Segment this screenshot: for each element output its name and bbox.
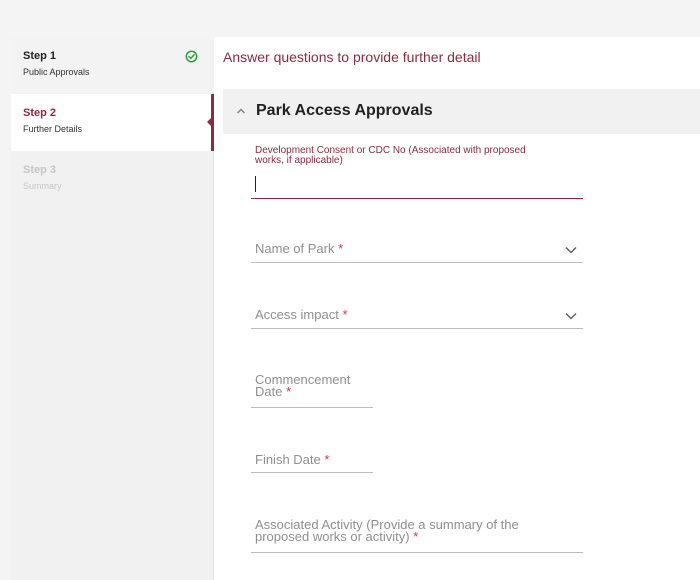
required-mark: * — [286, 384, 292, 399]
commencement-date-field[interactable]: Commencement Date * — [251, 372, 373, 408]
step-3: Step 3 Summary — [11, 151, 214, 207]
check-circle-icon — [185, 50, 198, 63]
commencement-label-text: Commencement Date — [255, 372, 351, 399]
chevron-down-icon[interactable] — [565, 312, 577, 320]
access-label-text: Access impact — [255, 307, 339, 322]
step-1[interactable]: Step 1 Public Approvals — [11, 37, 214, 93]
left-gutter — [0, 37, 11, 580]
step-sidebar: Step 1 Public Approvals Step 2 Further D… — [11, 37, 214, 580]
consent-input[interactable] — [251, 172, 583, 199]
associated-activity-field[interactable]: Associated Activity (Provide a summary o… — [251, 517, 583, 553]
section-title: Park Access Approvals — [256, 102, 433, 119]
finish-label-text: Finish Date — [255, 452, 321, 467]
park-label-text: Name of Park — [255, 241, 335, 256]
step-subtitle: Further Details — [23, 124, 83, 134]
main-content: Answer questions to provide further deta… — [215, 37, 700, 580]
activity-label-text: Associated Activity (Provide a summary o… — [255, 517, 519, 544]
consent-label: Development Consent or CDC No (Associate… — [255, 145, 526, 166]
required-mark: * — [413, 529, 419, 544]
text-cursor — [255, 176, 256, 192]
access-label: Access impact * — [255, 307, 348, 322]
page-heading: Answer questions to provide further deta… — [223, 49, 481, 65]
step-2[interactable]: Step 2 Further Details — [11, 94, 214, 151]
finish-label: Finish Date * — [255, 452, 330, 467]
section-header[interactable]: Park Access Approvals — [223, 89, 700, 134]
required-mark: * — [342, 307, 348, 322]
top-bar — [0, 0, 700, 37]
required-mark: * — [324, 452, 330, 467]
park-select[interactable]: Name of Park * — [251, 233, 583, 263]
chevron-down-icon[interactable] — [565, 246, 577, 254]
park-label: Name of Park * — [255, 241, 343, 256]
finish-date-field[interactable]: Finish Date * — [251, 451, 373, 473]
step-title: Step 2 — [23, 107, 57, 119]
step-subtitle: Summary — [23, 181, 62, 191]
activity-label: Associated Activity (Provide a summary o… — [255, 517, 575, 544]
access-impact-select[interactable]: Access impact * — [251, 299, 583, 329]
step-subtitle: Public Approvals — [23, 67, 90, 77]
commencement-label: Commencement Date * — [255, 372, 373, 399]
chevron-up-icon[interactable] — [236, 107, 246, 115]
step-title: Step 3 — [23, 164, 57, 176]
required-mark: * — [338, 241, 344, 256]
